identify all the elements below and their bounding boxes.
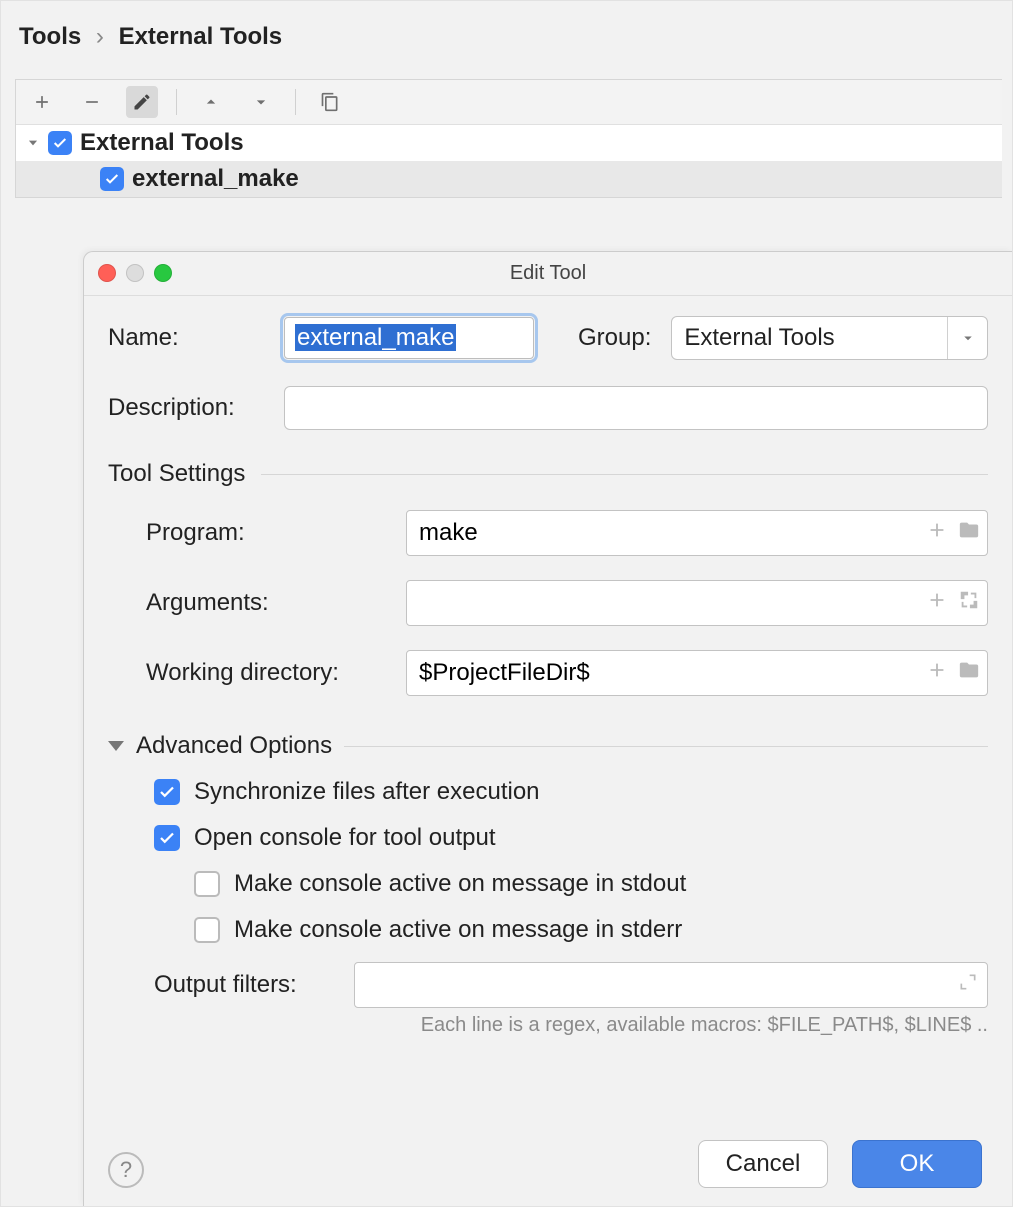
- group-label: Group:: [578, 324, 651, 352]
- cancel-button[interactable]: Cancel: [698, 1140, 828, 1188]
- insert-macro-icon[interactable]: [926, 659, 948, 687]
- tree-group-row[interactable]: External Tools: [16, 125, 1002, 161]
- group-dropdown-value: External Tools: [672, 318, 947, 358]
- insert-macro-icon[interactable]: [926, 589, 948, 617]
- advanced-options-toggle[interactable]: Advanced Options: [108, 732, 988, 760]
- external-tools-panel: External Tools external_make: [15, 79, 1002, 198]
- description-label: Description:: [108, 394, 264, 422]
- ok-button[interactable]: OK: [852, 1140, 982, 1188]
- group-dropdown[interactable]: External Tools: [671, 316, 988, 360]
- chevron-down-icon: [947, 317, 987, 359]
- advanced-options-list: Synchronize files after execution Open c…: [108, 778, 988, 944]
- move-up-button[interactable]: [195, 86, 227, 118]
- item-checkbox[interactable]: [100, 167, 124, 191]
- insert-macro-icon[interactable]: [926, 519, 948, 547]
- checkbox-off-icon: [194, 871, 220, 897]
- expand-icon[interactable]: [958, 972, 978, 998]
- opt-stderr-label: Make console active on message in stderr: [234, 916, 682, 944]
- help-button[interactable]: ?: [108, 1152, 144, 1188]
- breadcrumb-root[interactable]: Tools: [19, 23, 81, 50]
- edit-tool-dialog: Edit Tool Name: external_make Group: Ext…: [83, 251, 1012, 1206]
- description-row: Description:: [108, 386, 988, 430]
- program-label: Program:: [146, 519, 386, 547]
- minimize-window-button[interactable]: [126, 264, 144, 282]
- opt-stderr-active[interactable]: Make console active on message in stderr: [154, 916, 988, 944]
- tool-settings-title: Tool Settings: [108, 460, 245, 488]
- opt-stdout-label: Make console active on message in stdout: [234, 870, 686, 898]
- remove-button[interactable]: [76, 86, 108, 118]
- breadcrumb: Tools › External Tools: [1, 1, 1012, 69]
- close-window-button[interactable]: [98, 264, 116, 282]
- opt-sync-files-label: Synchronize files after execution: [194, 778, 540, 806]
- group-checkbox[interactable]: [48, 131, 72, 155]
- tree-item-row[interactable]: external_make: [16, 161, 1002, 197]
- copy-button[interactable]: [314, 86, 346, 118]
- output-filters-hint: Each line is a regex, available macros: …: [108, 1014, 988, 1037]
- opt-open-console[interactable]: Open console for tool output: [154, 824, 988, 852]
- checkbox-off-icon: [194, 917, 220, 943]
- tree-item-label: external_make: [132, 165, 299, 193]
- window-controls: [98, 264, 172, 282]
- advanced-options-title: Advanced Options: [136, 732, 332, 760]
- zoom-window-button[interactable]: [154, 264, 172, 282]
- name-input-value: external_make: [295, 324, 456, 351]
- arguments-row: Arguments:: [146, 580, 988, 626]
- workdir-label: Working directory:: [146, 659, 386, 687]
- tool-settings-fields: Program: Arguments:: [108, 510, 988, 696]
- triangle-down-icon: [108, 741, 124, 751]
- workdir-input[interactable]: [406, 650, 988, 696]
- program-row: Program:: [146, 510, 988, 556]
- tree-group-label: External Tools: [80, 129, 244, 157]
- name-input[interactable]: external_make: [284, 317, 534, 359]
- divider: [344, 746, 988, 747]
- opt-stdout-active[interactable]: Make console active on message in stdout: [154, 870, 988, 898]
- edit-button[interactable]: [126, 86, 158, 118]
- dialog-titlebar: Edit Tool: [84, 252, 1012, 296]
- workdir-row: Working directory:: [146, 650, 988, 696]
- browse-folder-icon[interactable]: [958, 519, 980, 547]
- checkbox-on-icon: [154, 825, 180, 851]
- dialog-footer: ? Cancel OK: [84, 1122, 1012, 1206]
- arguments-label: Arguments:: [146, 589, 386, 617]
- toolbar: [16, 80, 1002, 125]
- program-input[interactable]: [406, 510, 988, 556]
- breadcrumb-current: External Tools: [119, 23, 283, 50]
- dialog-body: Name: external_make Group: External Tool…: [84, 296, 1012, 1037]
- toolbar-separator-2: [295, 89, 296, 115]
- arguments-input[interactable]: [406, 580, 988, 626]
- name-label: Name:: [108, 324, 264, 352]
- output-filters-input[interactable]: [354, 962, 988, 1008]
- divider: [261, 474, 988, 475]
- expand-icon[interactable]: [958, 589, 980, 617]
- tool-settings-header: Tool Settings: [108, 460, 988, 488]
- chevron-down-icon: [26, 136, 40, 150]
- tools-tree: External Tools external_make: [16, 125, 1002, 197]
- checkbox-on-icon: [154, 779, 180, 805]
- move-down-button[interactable]: [245, 86, 277, 118]
- description-input[interactable]: [284, 386, 988, 430]
- breadcrumb-separator: ›: [96, 23, 104, 50]
- add-button[interactable]: [26, 86, 58, 118]
- opt-sync-files[interactable]: Synchronize files after execution: [154, 778, 988, 806]
- opt-open-console-label: Open console for tool output: [194, 824, 496, 852]
- settings-window: Tools › External Tools: [0, 0, 1013, 1207]
- dialog-title: Edit Tool: [510, 262, 586, 285]
- output-filters-label: Output filters:: [154, 971, 334, 999]
- output-filters-row: Output filters:: [108, 962, 988, 1008]
- toolbar-separator: [176, 89, 177, 115]
- name-group-row: Name: external_make Group: External Tool…: [108, 316, 988, 360]
- browse-folder-icon[interactable]: [958, 659, 980, 687]
